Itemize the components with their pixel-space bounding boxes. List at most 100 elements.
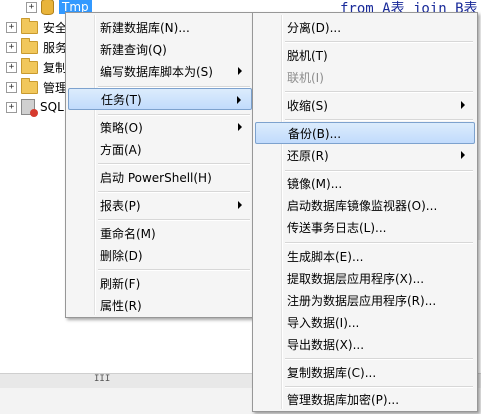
- menu-item-new-query[interactable]: 新建查询(Q): [68, 38, 252, 60]
- tree-node-replication[interactable]: + 复制: [6, 57, 67, 77]
- menu-item-new-database[interactable]: 新建数据库(N)...: [68, 16, 252, 38]
- tree-node-label[interactable]: 管理: [43, 79, 67, 96]
- menu-item-label: 联机(I): [287, 70, 324, 85]
- sql-agent-icon: [21, 99, 38, 117]
- menu-item-log-shipping[interactable]: 传送事务日志(L)...: [255, 216, 475, 238]
- database-icon: [41, 0, 54, 15]
- submenu-arrow-icon: [461, 101, 465, 109]
- folder-icon: [21, 57, 38, 74]
- submenu-arrow-icon: [238, 201, 242, 209]
- expand-icon[interactable]: +: [6, 41, 17, 53]
- menu-item-label: 镜像(M)...: [287, 176, 343, 191]
- menu-item-label: 启动数据库镜像监视器(O)...: [287, 198, 438, 213]
- menu-item-register-data-tier[interactable]: 注册为数据层应用程序(R)...: [255, 289, 475, 311]
- submenu-arrow-icon: [461, 151, 465, 159]
- menu-item-export-data[interactable]: 导出数据(X)...: [255, 333, 475, 355]
- menu-separator: [98, 219, 250, 221]
- menu-item-shrink[interactable]: 收缩(S): [255, 94, 475, 116]
- menu-item-detach[interactable]: 分离(D)...: [255, 16, 475, 38]
- menu-item-label: 编写数据库脚本为(S): [100, 64, 213, 79]
- menu-item-label: 提取数据层应用程序(X)...: [287, 271, 425, 286]
- menu-item-label: 任务(T): [101, 92, 142, 107]
- menu-item-label: 重命名(M): [100, 226, 156, 241]
- expand-icon[interactable]: +: [6, 101, 17, 113]
- database-context-menu: 新建数据库(N)... 新建查询(Q) 编写数据库脚本为(S) 任务(T) 策略…: [65, 12, 255, 318]
- menu-item-label: 脱机(T): [287, 48, 328, 63]
- menu-item-label: 报表(P): [100, 198, 141, 213]
- tasks-submenu: 分离(D)... 脱机(T) 联机(I) 收缩(S) 备份(B)... 还原(R…: [252, 12, 478, 412]
- menu-item-label: 属性(R): [100, 298, 142, 313]
- menu-separator: [98, 191, 250, 193]
- menu-item-label: 收缩(S): [287, 98, 328, 113]
- menu-item-label: 管理数据库加密(P)...: [287, 392, 400, 407]
- menu-item-reports[interactable]: 报表(P): [68, 194, 252, 216]
- menu-item-label: 分离(D)...: [287, 20, 342, 35]
- folder-icon: [21, 17, 38, 34]
- menu-item-label: 还原(R): [287, 148, 329, 163]
- menu-separator: [285, 358, 473, 360]
- menu-item-restore[interactable]: 还原(R): [255, 144, 475, 166]
- menu-separator: [285, 91, 473, 93]
- menu-item-policies[interactable]: 策略(O): [68, 116, 252, 138]
- menu-item-refresh[interactable]: 刷新(F): [68, 272, 252, 294]
- menu-item-manage-encryption[interactable]: 管理数据库加密(P)...: [255, 388, 475, 410]
- scrollbar-grip[interactable]: III: [94, 374, 110, 384]
- menu-item-label: 复制数据库(C)...: [287, 365, 377, 380]
- menu-item-generate-scripts[interactable]: 生成脚本(E)...: [255, 245, 475, 267]
- menu-item-label: 导入数据(I)...: [287, 315, 360, 330]
- menu-item-facets[interactable]: 方面(A): [68, 138, 252, 160]
- menu-item-label: 导出数据(X)...: [287, 337, 365, 352]
- tree-node-label[interactable]: 安全: [43, 19, 67, 36]
- menu-separator: [285, 386, 473, 388]
- menu-item-start-powershell[interactable]: 启动 PowerShell(H): [68, 166, 252, 188]
- menu-separator: [98, 269, 250, 271]
- folder-icon: [21, 77, 38, 94]
- menu-item-delete[interactable]: 删除(D): [68, 244, 252, 266]
- menu-item-rename[interactable]: 重命名(M): [68, 222, 252, 244]
- menu-item-label: 备份(B)...: [288, 126, 342, 141]
- menu-separator: [285, 170, 473, 172]
- tree-node-label[interactable]: 服务: [43, 39, 67, 56]
- menu-item-backup[interactable]: 备份(B)...: [255, 122, 475, 144]
- menu-item-properties[interactable]: 属性(R): [68, 294, 252, 316]
- expand-icon[interactable]: +: [6, 21, 17, 33]
- folder-icon: [21, 37, 38, 54]
- menu-separator: [285, 242, 473, 244]
- menu-item-take-offline[interactable]: 脱机(T): [255, 44, 475, 66]
- menu-item-extract-data-tier[interactable]: 提取数据层应用程序(X)...: [255, 267, 475, 289]
- menu-item-label: 删除(D): [100, 248, 143, 263]
- tree-node-management[interactable]: + 管理: [6, 77, 67, 97]
- menu-item-script-database[interactable]: 编写数据库脚本为(S): [68, 60, 252, 82]
- tree-node-sql-agent[interactable]: + SQL: [6, 97, 64, 117]
- tree-node-security[interactable]: + 安全: [6, 17, 67, 37]
- tree-node-label[interactable]: SQL: [40, 100, 64, 114]
- menu-item-copy-database[interactable]: 复制数据库(C)...: [255, 361, 475, 383]
- menu-item-label: 策略(O): [100, 120, 143, 135]
- menu-item-label: 方面(A): [100, 142, 142, 157]
- menu-item-label: 新建查询(Q): [100, 42, 167, 57]
- menu-separator: [285, 119, 473, 121]
- menu-item-import-data[interactable]: 导入数据(I)...: [255, 311, 475, 333]
- expand-icon[interactable]: +: [26, 1, 37, 13]
- menu-item-label: 生成脚本(E)...: [287, 249, 364, 264]
- submenu-arrow-icon: [238, 67, 242, 75]
- menu-item-label: 传送事务日志(L)...: [287, 220, 387, 235]
- expand-icon[interactable]: +: [6, 81, 17, 93]
- menu-item-label: 新建数据库(N)...: [100, 20, 190, 35]
- submenu-arrow-icon: [238, 123, 242, 131]
- tree-node-label[interactable]: 复制: [43, 59, 67, 76]
- menu-item-mirroring-monitor[interactable]: 启动数据库镜像监视器(O)...: [255, 194, 475, 216]
- menu-item-label: 刷新(F): [100, 276, 141, 291]
- menu-item-bring-online[interactable]: 联机(I): [255, 66, 475, 88]
- menu-item-tasks[interactable]: 任务(T): [68, 88, 252, 110]
- menu-item-mirror[interactable]: 镜像(M)...: [255, 172, 475, 194]
- menu-item-label: 启动 PowerShell(H): [100, 170, 212, 185]
- menu-separator: [98, 163, 250, 165]
- submenu-arrow-icon: [237, 96, 241, 104]
- menu-separator: [285, 41, 473, 43]
- menu-item-label: 注册为数据层应用程序(R)...: [287, 293, 437, 308]
- tree-node-server-objects[interactable]: + 服务: [6, 37, 67, 57]
- menu-separator: [98, 86, 250, 88]
- menu-separator: [98, 114, 250, 116]
- expand-icon[interactable]: +: [6, 61, 17, 73]
